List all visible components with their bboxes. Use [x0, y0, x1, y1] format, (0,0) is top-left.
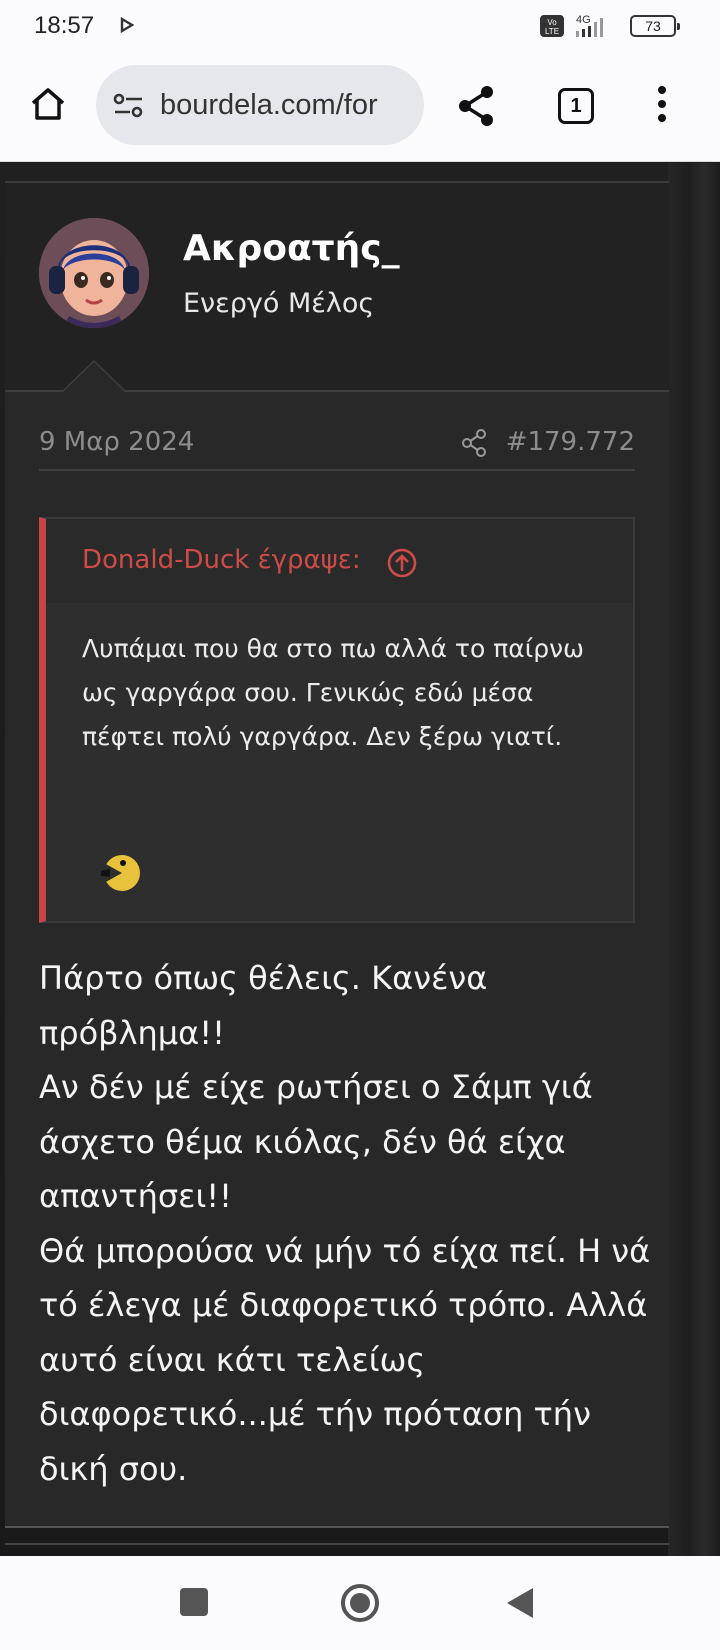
arrow-up-circle-icon[interactable] — [386, 547, 418, 583]
volte-icon: Vo LTE — [540, 15, 564, 41]
share-icon[interactable] — [461, 429, 487, 461]
tune-icon[interactable] — [112, 92, 146, 124]
status-time: 18:57 — [34, 12, 95, 39]
post-paragraph: Πάρτο όπως θέλεις. Κανένα πρόβλημα!! — [39, 959, 488, 1052]
quote-text: Λυπάμαι που θα στο πω αλλά το παίρνω ως … — [82, 634, 584, 751]
back-nav-icon[interactable] — [505, 1586, 535, 1624]
post-paragraph: Αν δέν μέ είχε ρωτήσει ο Σάμπ γιά άσχετο… — [39, 1068, 593, 1215]
system-nav-bar — [0, 1556, 720, 1650]
avatar[interactable] — [39, 218, 149, 328]
more-vert-icon[interactable] — [656, 84, 668, 128]
page-background-strip — [668, 163, 720, 1556]
quote-author[interactable]: Donald-Duck έγραψε: — [82, 545, 361, 575]
home-icon[interactable] — [28, 84, 68, 128]
signal-icon: 4G — [568, 13, 624, 43]
url-text: bourdela.com/for — [160, 89, 378, 121]
svg-text:Vo: Vo — [547, 18, 557, 27]
browser-toolbar: bourdela.com/for 1 — [0, 56, 720, 162]
status-bar: 18:57 Vo LTE 4G 73 — [0, 0, 720, 56]
home-nav-icon[interactable] — [340, 1583, 380, 1627]
post-meta: 9 Μαρ 2024 #179.772 — [39, 427, 635, 471]
quote-header: Donald-Duck έγραψε: — [46, 519, 633, 603]
post-date[interactable]: 9 Μαρ 2024 — [39, 427, 194, 457]
header-pointer — [61, 360, 127, 392]
user-title: Ενεργό Μέλος — [183, 288, 375, 319]
quote-block: Donald-Duck έγραψε: Λυπάμαι που θα στο π… — [39, 517, 635, 923]
forum-page: Ακροατής_ Ενεργό Μέλος 9 Μαρ 2024 #179.7… — [0, 163, 720, 1556]
post-paragraph: Θά μπορούσα νά μήν τό είχα πεί. Η νά τό … — [39, 1231, 651, 1488]
post-user-header: Ακροατής_ Ενεργό Μέλος — [5, 183, 669, 392]
play-indicator-icon — [120, 16, 135, 37]
pacman-smiley-icon — [96, 849, 144, 901]
svg-text:LTE: LTE — [545, 27, 559, 36]
post-number-link[interactable]: #179.772 — [506, 427, 635, 457]
svg-text:4G: 4G — [576, 14, 591, 26]
forum-post: Ακροατής_ Ενεργό Μέλος 9 Μαρ 2024 #179.7… — [5, 181, 669, 1528]
address-bar[interactable]: bourdela.com/for — [96, 65, 424, 145]
next-post-edge — [5, 1543, 669, 1556]
recents-button[interactable] — [180, 1588, 208, 1616]
share-icon[interactable] — [456, 84, 496, 132]
tab-counter-button[interactable]: 1 — [558, 88, 594, 124]
post-body: Πάρτο όπως θέλεις. Κανένα πρόβλημα!! Αν … — [39, 951, 659, 1496]
username[interactable]: Ακροατής_ — [183, 228, 400, 269]
battery-indicator: 73 — [630, 15, 680, 37]
